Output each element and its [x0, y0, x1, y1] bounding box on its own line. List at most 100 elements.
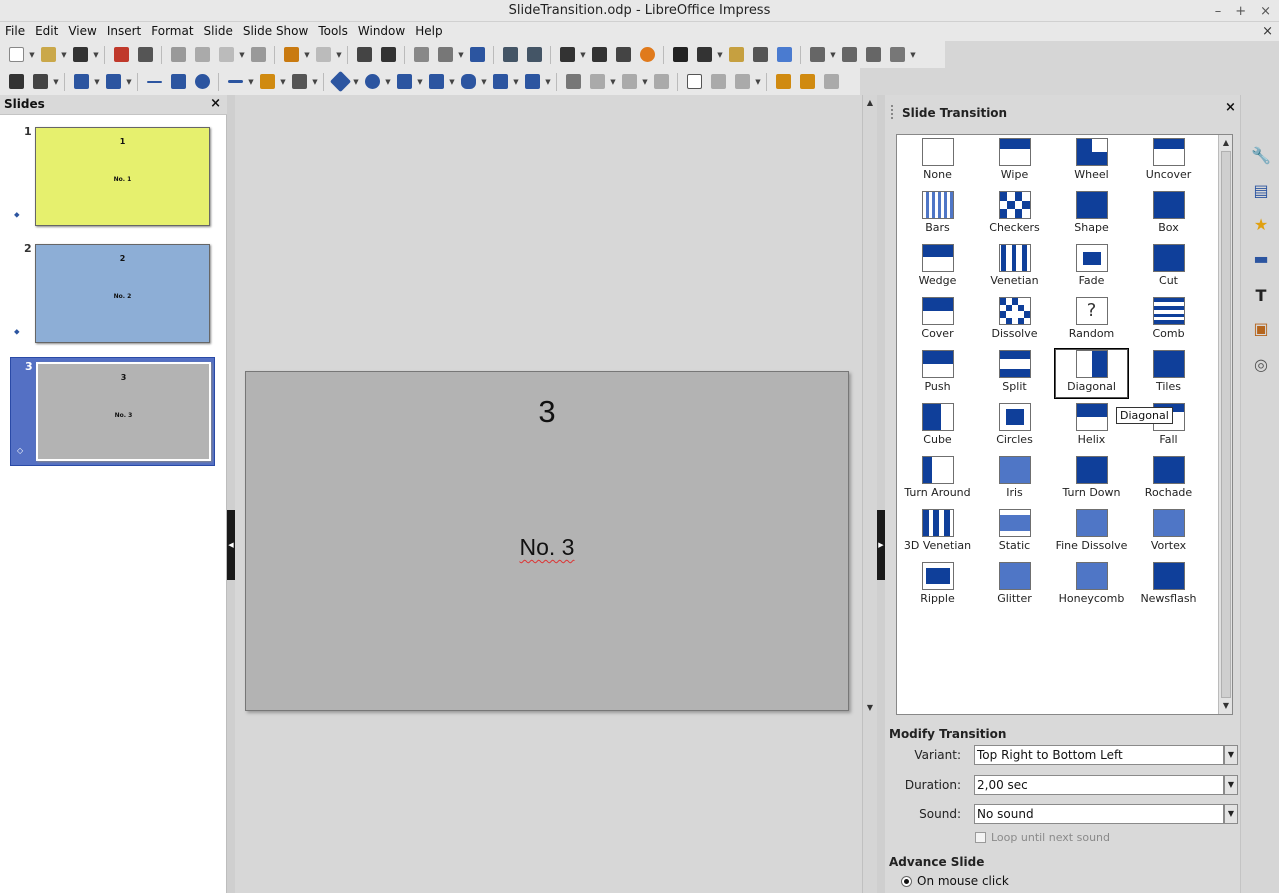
- cut-icon[interactable]: [167, 44, 189, 66]
- transition-none[interactable]: None: [899, 135, 976, 188]
- save-dropdown-icon[interactable]: ▼: [92, 51, 100, 59]
- new-icon[interactable]: [5, 44, 27, 66]
- transition-push[interactable]: Push: [899, 347, 976, 400]
- editing-area-scrollbar[interactable]: ▲ ▼: [862, 95, 877, 893]
- menu-window[interactable]: Window: [353, 22, 410, 41]
- transition-uncover[interactable]: Uncover: [1130, 135, 1207, 188]
- open-dropdown-icon[interactable]: ▼: [60, 51, 68, 59]
- scroll-up-icon[interactable]: ▲: [864, 97, 876, 109]
- spellcheck-icon[interactable]: [377, 44, 399, 66]
- select-pointer-icon[interactable]: [5, 71, 27, 93]
- curve-icon[interactable]: [256, 71, 278, 93]
- transition-diagonal[interactable]: Diagonal: [1053, 347, 1130, 400]
- transition-wheel[interactable]: Wheel: [1053, 135, 1130, 188]
- transition-cover[interactable]: Cover: [899, 294, 976, 347]
- layout-dropdown-icon[interactable]: ▼: [909, 51, 917, 59]
- stars-icon[interactable]: [489, 71, 511, 93]
- crop-icon[interactable]: [707, 71, 729, 93]
- arrange-dropdown-icon[interactable]: ▼: [641, 78, 649, 86]
- special-character-icon[interactable]: [693, 44, 715, 66]
- slide-body-text[interactable]: No. 3: [246, 534, 848, 561]
- undo-icon[interactable]: [280, 44, 302, 66]
- transition-ripple[interactable]: Ripple: [899, 559, 976, 612]
- transition-checkers[interactable]: Checkers: [976, 188, 1053, 241]
- loop-checkbox[interactable]: [975, 832, 986, 843]
- collapse-right-icon[interactable]: ▶: [877, 510, 885, 580]
- variant-select[interactable]: Top Right to Bottom Left: [974, 745, 1224, 765]
- transition-vortex[interactable]: Vortex: [1130, 506, 1207, 559]
- redo-dropdown-icon[interactable]: ▼: [335, 51, 343, 59]
- open-icon[interactable]: [37, 44, 59, 66]
- copy-icon[interactable]: [191, 44, 213, 66]
- table-icon[interactable]: [556, 44, 578, 66]
- arrow-dropdown-icon[interactable]: ▼: [247, 78, 255, 86]
- close-document-button[interactable]: ×: [1262, 22, 1273, 41]
- scroll-down-icon[interactable]: ▼: [1220, 700, 1232, 712]
- transition-fine-dissolve[interactable]: Fine Dissolve: [1053, 506, 1130, 559]
- transition-fade[interactable]: Fade: [1053, 241, 1130, 294]
- text-box-icon[interactable]: [669, 44, 691, 66]
- display-views-icon[interactable]: [434, 44, 456, 66]
- distribute-icon[interactable]: [650, 71, 672, 93]
- new-slide-dropdown-icon[interactable]: ▼: [829, 51, 837, 59]
- transition-wipe[interactable]: Wipe: [976, 135, 1053, 188]
- transition-shape[interactable]: Shape: [1053, 188, 1130, 241]
- special-char-dropdown-icon[interactable]: ▼: [716, 51, 724, 59]
- transition-split[interactable]: Split: [976, 347, 1053, 400]
- zoom-pan-icon[interactable]: [29, 71, 51, 93]
- sound-select[interactable]: No sound: [974, 804, 1224, 824]
- table-dropdown-icon[interactable]: ▼: [579, 51, 587, 59]
- transition-honeycomb[interactable]: Honeycomb: [1053, 559, 1130, 612]
- 3d-objects-icon[interactable]: [521, 71, 543, 93]
- menu-file[interactable]: File: [0, 22, 30, 41]
- filter-dropdown-icon[interactable]: ▼: [754, 78, 762, 86]
- start-presentation-icon[interactable]: [499, 44, 521, 66]
- flowchart-dropdown-icon[interactable]: ▼: [448, 78, 456, 86]
- transition-glitter[interactable]: Glitter: [976, 559, 1053, 612]
- transition-rochade[interactable]: Rochade: [1130, 453, 1207, 506]
- master-slides-icon[interactable]: ▬: [1250, 247, 1272, 269]
- views-dropdown-icon[interactable]: ▼: [457, 51, 465, 59]
- slide-thumbnail-2[interactable]: 2 2 No. 2 ⬥: [0, 239, 218, 347]
- ellipse-icon[interactable]: [191, 71, 213, 93]
- connector-dropdown-icon[interactable]: ▼: [311, 78, 319, 86]
- curve-dropdown-icon[interactable]: ▼: [279, 78, 287, 86]
- collapse-left-icon[interactable]: ◀: [227, 510, 235, 580]
- filter-icon[interactable]: [731, 71, 753, 93]
- flowchart-icon[interactable]: [425, 71, 447, 93]
- slide-title-text[interactable]: 3: [246, 394, 848, 430]
- scroll-up-icon[interactable]: ▲: [1220, 137, 1232, 149]
- chart-icon[interactable]: [636, 44, 658, 66]
- current-slide[interactable]: 3 No. 3: [245, 371, 849, 711]
- scrollbar-thumb[interactable]: [1221, 151, 1231, 698]
- transition-newsflash[interactable]: Newsflash: [1130, 559, 1207, 612]
- gallery-icon[interactable]: ▣: [1250, 317, 1272, 339]
- callouts-icon[interactable]: [457, 71, 479, 93]
- basic-shapes-icon[interactable]: [329, 70, 351, 93]
- grid-icon[interactable]: [410, 44, 432, 66]
- menu-insert[interactable]: Insert: [102, 22, 146, 41]
- slide-layout-icon[interactable]: [886, 44, 908, 66]
- variant-dropdown-icon[interactable]: ▼: [1224, 745, 1238, 765]
- media-icon[interactable]: [612, 44, 634, 66]
- transition-cut[interactable]: Cut: [1130, 241, 1207, 294]
- transition-cube[interactable]: Cube: [899, 400, 976, 453]
- block-arrows-dropdown-icon[interactable]: ▼: [416, 78, 424, 86]
- line-icon[interactable]: [143, 71, 165, 93]
- maximize-button[interactable]: +: [1235, 4, 1246, 19]
- redo-icon[interactable]: [312, 44, 334, 66]
- duration-field[interactable]: 2,00 sec: [974, 775, 1224, 795]
- slide-thumbnail-3[interactable]: 3 3 No. 3 ◇: [10, 357, 215, 466]
- transition-wedge[interactable]: Wedge: [899, 241, 976, 294]
- line-color-icon[interactable]: [70, 71, 92, 93]
- minimize-button[interactable]: –: [1215, 4, 1222, 19]
- new-dropdown-icon[interactable]: ▼: [28, 51, 36, 59]
- menu-tools[interactable]: Tools: [313, 22, 353, 41]
- transition-list-scrollbar[interactable]: ▲ ▼: [1218, 135, 1232, 714]
- slides-pane-close-button[interactable]: ×: [210, 96, 221, 111]
- toggle-extrusion-icon[interactable]: [820, 71, 842, 93]
- line-color-dropdown-icon[interactable]: ▼: [93, 78, 101, 86]
- properties-wrench-icon[interactable]: 🔧: [1250, 144, 1272, 166]
- callouts-dropdown-icon[interactable]: ▼: [480, 78, 488, 86]
- panel-close-button[interactable]: ×: [1225, 100, 1236, 115]
